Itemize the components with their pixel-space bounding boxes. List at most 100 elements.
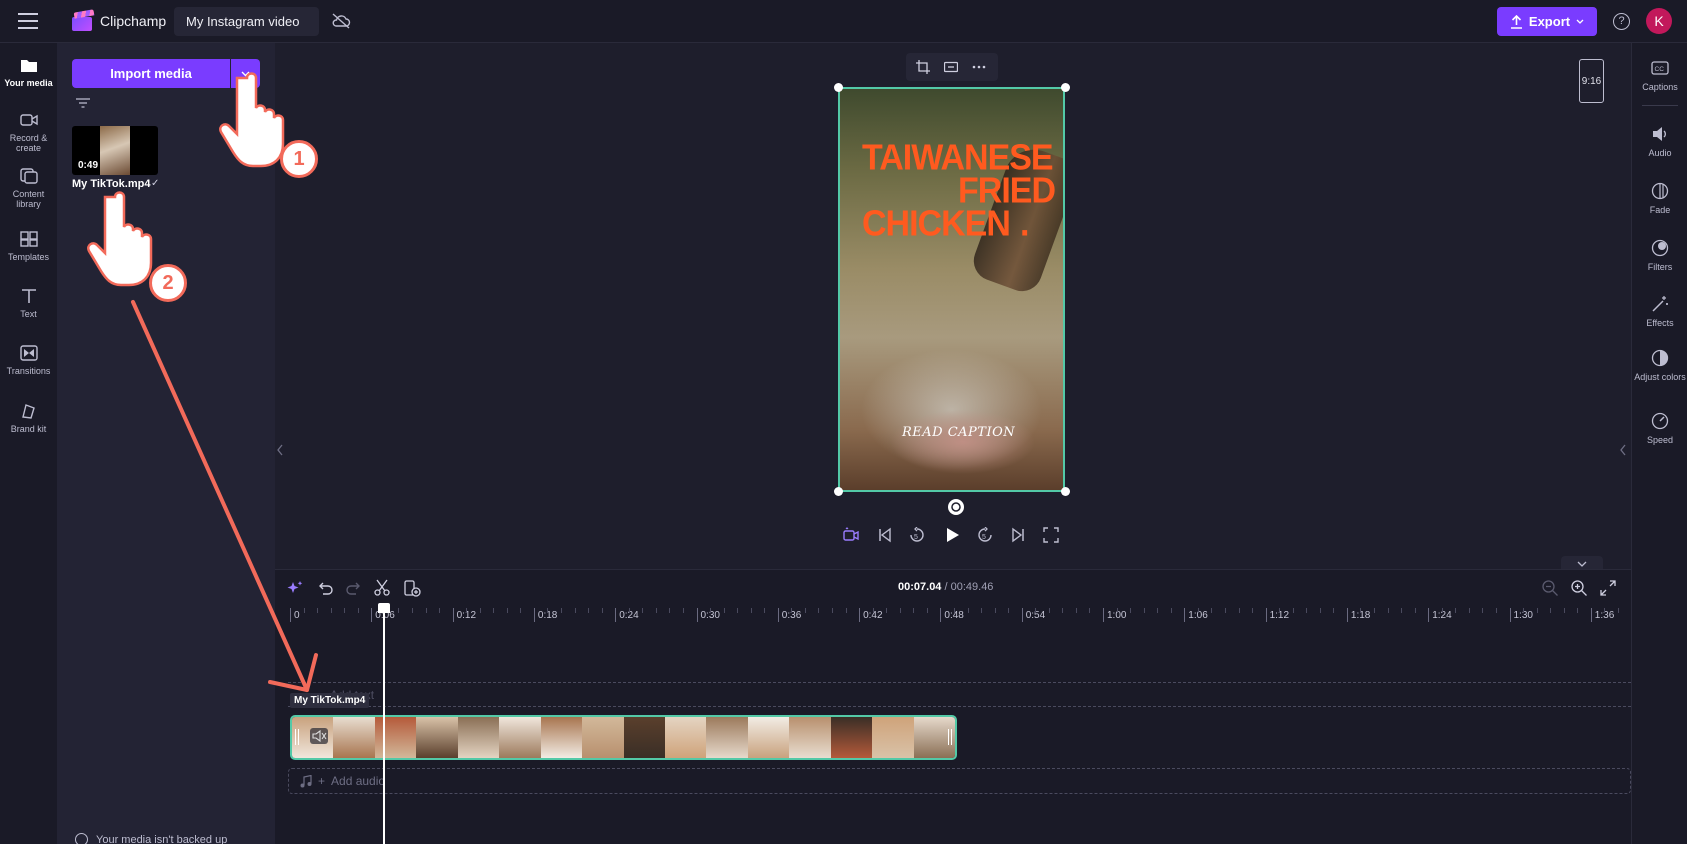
aspect-ratio-button[interactable]: 9:16 [1579,59,1604,103]
clip-trim-handle-left[interactable] [295,729,299,745]
ruler-minor-tick [628,608,630,613]
ruler-minor-tick [601,608,603,613]
rail-item-text[interactable]: Text [0,288,57,319]
track-divider [288,706,1631,707]
rr-item-effects[interactable]: Effects [1632,295,1687,328]
magic-icon[interactable] [286,579,304,597]
ruler-minor-tick [1075,608,1077,613]
rail-item-label: Content library [12,189,45,209]
rr-item-filters[interactable]: Filters [1632,239,1687,272]
more-icon[interactable] [972,60,986,74]
add-audio-placeholder[interactable]: + Add audio [300,774,385,788]
resize-handle[interactable] [1061,83,1070,92]
fit-icon[interactable] [944,60,958,74]
filter-icon[interactable] [76,98,90,108]
resize-handle[interactable] [834,83,843,92]
ruler-minor-tick [967,608,969,613]
ruler-minor-tick [439,608,441,613]
menu-icon[interactable] [18,13,38,29]
crop-icon[interactable] [916,60,930,74]
add-clip-icon[interactable] [403,579,421,597]
ruler-tick-label: 1:18 [1350,610,1371,621]
rail-item-record-create[interactable]: Record & create [0,112,57,153]
rotate-icon[interactable] [948,499,964,515]
playhead[interactable] [383,606,385,844]
total-time: 00:49.46 [950,581,994,593]
ruler-minor-tick [1170,608,1172,613]
ruler-minor-tick [1360,608,1362,613]
skip-forward-icon[interactable] [1010,527,1026,543]
ruler-minor-tick [1157,608,1159,613]
rail-item-brand-kit[interactable]: Brand kit [0,403,57,434]
overlay-caption: READ CAPTION [902,425,1016,440]
ruler-tick-label: 1:06 [1188,610,1208,621]
import-dropdown-button[interactable] [231,59,260,88]
audio-track[interactable] [288,768,1631,794]
ruler-minor-tick [1306,608,1308,613]
media-panel: Import media 0:49 My TikTok.mp4 ✓ Your m… [57,43,275,844]
cloud-off-icon[interactable] [331,12,351,30]
ruler-minor-tick [1468,608,1470,613]
media-thumbnail[interactable]: 0:49 [72,126,158,175]
rr-item-fade[interactable]: Fade [1632,182,1687,215]
import-media-button[interactable]: Import media [72,59,230,88]
resize-handle[interactable] [834,487,843,496]
backup-note[interactable]: Your media isn't backed up [75,833,227,844]
clip-frame [706,717,748,758]
magic-camera-icon[interactable] [843,527,859,543]
mute-icon[interactable] [310,728,328,744]
library-icon [19,168,38,184]
video-clip[interactable] [290,715,957,760]
rail-item-transitions[interactable]: Transitions [0,345,57,376]
ruler-minor-tick [1374,608,1375,613]
avatar[interactable]: K [1646,8,1672,34]
redo-icon[interactable] [345,579,363,597]
ruler-minor-tick [1319,608,1321,613]
ruler-minor-tick [1130,608,1132,613]
help-icon[interactable]: ? [1613,13,1630,30]
project-title-input[interactable]: My Instagram video [174,7,319,36]
ruler-minor-tick [926,608,928,613]
rr-item-adjust-colors[interactable]: Adjust colors [1632,349,1687,382]
effects-icon [1652,296,1668,312]
zoom-in-icon[interactable] [1570,579,1588,597]
filters-icon [1651,239,1669,257]
ruler-minor-tick [317,608,319,613]
rr-item-label: Adjust colors [1634,372,1686,382]
forward-5-icon[interactable]: 5 [977,527,993,543]
rail-item-templates[interactable]: Templates [0,231,57,262]
rr-item-captions[interactable]: CC Captions [1632,59,1687,92]
current-time: 00:07.04 [898,581,942,593]
ruler-minor-tick [357,608,359,613]
play-icon[interactable] [943,526,961,544]
ruler-tick-label: 0 [294,610,300,621]
fit-timeline-icon[interactable] [1599,579,1617,597]
overlay-text-dot: . [1020,204,1030,244]
ruler-minor-tick [953,608,955,613]
clip-frame [664,717,707,758]
export-button[interactable]: Export [1497,7,1597,36]
ruler-tick-label: 1:24 [1432,610,1452,621]
video-preview[interactable]: TAIWANESE FRIED CHICKEN . READ CAPTION [838,87,1065,492]
divider [1642,105,1678,106]
rr-item-speed[interactable]: Speed [1632,412,1687,445]
clip-trim-handle-right[interactable] [948,729,952,745]
collapse-right-panel-icon[interactable] [1617,430,1629,470]
timeline-ruler[interactable]: 0 0:06 0:12 0:18 0:24 0:30 0:36 0:42 0:48 0:54 1:0… [290,608,1630,628]
ruler-minor-tick [1292,608,1294,613]
rewind-5-icon[interactable]: 5 [909,527,925,543]
clip-frame [457,717,500,758]
zoom-out-icon[interactable] [1541,579,1559,597]
ruler-minor-tick [886,608,888,613]
rr-item-audio[interactable]: Audio [1632,125,1687,158]
rail-item-content-library[interactable]: Content library [0,168,57,209]
timeline-toggle[interactable] [1561,556,1603,569]
undo-icon[interactable] [316,579,334,597]
scissors-icon[interactable] [373,579,391,597]
ruler-minor-tick [642,608,644,613]
rail-item-your-media[interactable]: Your media [0,57,57,88]
skip-back-icon[interactable] [877,527,893,543]
fullscreen-icon[interactable] [1043,527,1059,543]
collapse-panel-icon[interactable] [275,430,285,470]
resize-handle[interactable] [1061,487,1070,496]
